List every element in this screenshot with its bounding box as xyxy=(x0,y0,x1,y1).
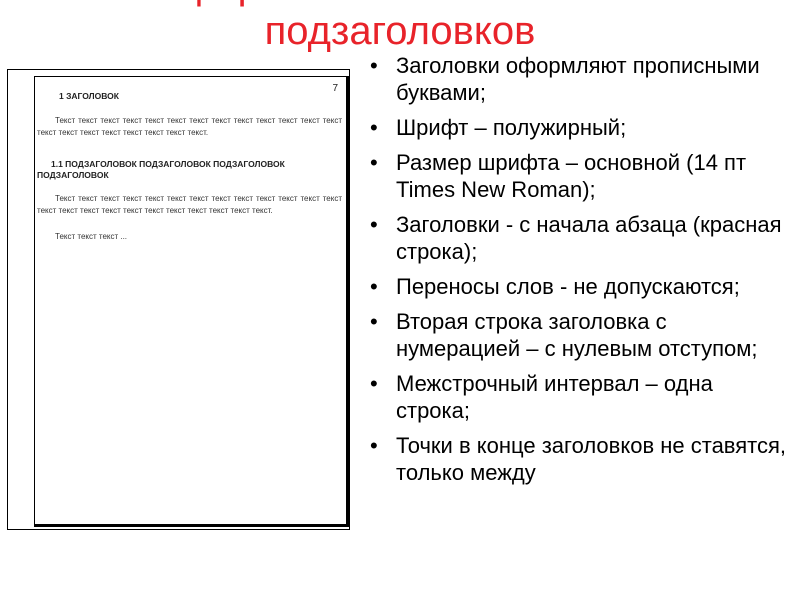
example-heading-1: 1 ЗАГОЛОВОК xyxy=(59,91,119,101)
slide-title: Оформление заголовков и подзаголовков xyxy=(0,0,800,54)
bullet-text: Межстрочный интервал – одна строка; xyxy=(396,371,713,423)
bullet-text: Шрифт – полужирный; xyxy=(396,115,627,140)
example-paragraph-1: Текст текст текст текст текст текст текс… xyxy=(37,116,342,137)
bullet-text: Точки в конце заголовков не ставятся, то… xyxy=(396,433,787,485)
bullet-item: • Размер шрифта – основной (14 пт Times N… xyxy=(368,149,788,203)
bullet-item: • Заголовки - с начала абзаца (красная ст… xyxy=(368,211,788,265)
example-subheading: 1.1 ПОДЗАГОЛОВОК ПОДЗАГОЛОВОК ПОДЗАГОЛОВ… xyxy=(37,159,285,180)
bullet-icon: • xyxy=(370,115,378,140)
example-paragraph-2: Текст текст текст текст текст текст текс… xyxy=(37,194,342,215)
bullet-text: Заголовки - с начала абзаца (красная стр… xyxy=(396,212,782,264)
bullet-text: Переносы слов - не допускаются; xyxy=(396,274,740,299)
bullet-text: Размер шрифта – основной (14 пт Times Ne… xyxy=(396,150,747,202)
bullet-icon: • xyxy=(370,371,378,396)
bullet-item: • Шрифт – полужирный; xyxy=(368,114,788,141)
bullet-item: • Переносы слов - не допускаются; xyxy=(368,273,788,300)
bullet-item: • Межстрочный интервал – одна строка; xyxy=(368,370,788,424)
bullet-item: • Заголовки оформляют прописными буквами; xyxy=(368,52,788,106)
slide-title-line-1: Оформление заголовков и xyxy=(0,0,800,8)
page-number: 7 xyxy=(332,83,338,94)
document-example-page: 7 1 ЗАГОЛОВОК Текст текст текст текст те… xyxy=(34,76,349,527)
bullet-item: • Точки в конце заголовков не ставятся, т… xyxy=(368,432,788,486)
bullet-icon: • xyxy=(370,212,378,237)
bullet-text: Заголовки оформляют прописными буквами; xyxy=(396,53,760,105)
bullet-icon: • xyxy=(370,53,378,78)
bullet-icon: • xyxy=(370,150,378,175)
rules-bullet-list: • Заголовки оформляют прописными буквами;… xyxy=(368,52,788,494)
bullet-icon: • xyxy=(370,433,378,458)
bullet-text: Вторая строка заголовка с нумерацией – с… xyxy=(396,309,758,361)
bullet-icon: • xyxy=(370,309,378,334)
document-example-frame: 7 1 ЗАГОЛОВОК Текст текст текст текст те… xyxy=(7,69,350,530)
bullet-item: • Вторая строка заголовка с нумерацией – … xyxy=(368,308,788,362)
example-paragraph-3: Текст текст текст ... xyxy=(55,232,128,241)
slide-title-line-2: подзаголовков xyxy=(264,9,536,53)
bullet-icon: • xyxy=(370,274,378,299)
